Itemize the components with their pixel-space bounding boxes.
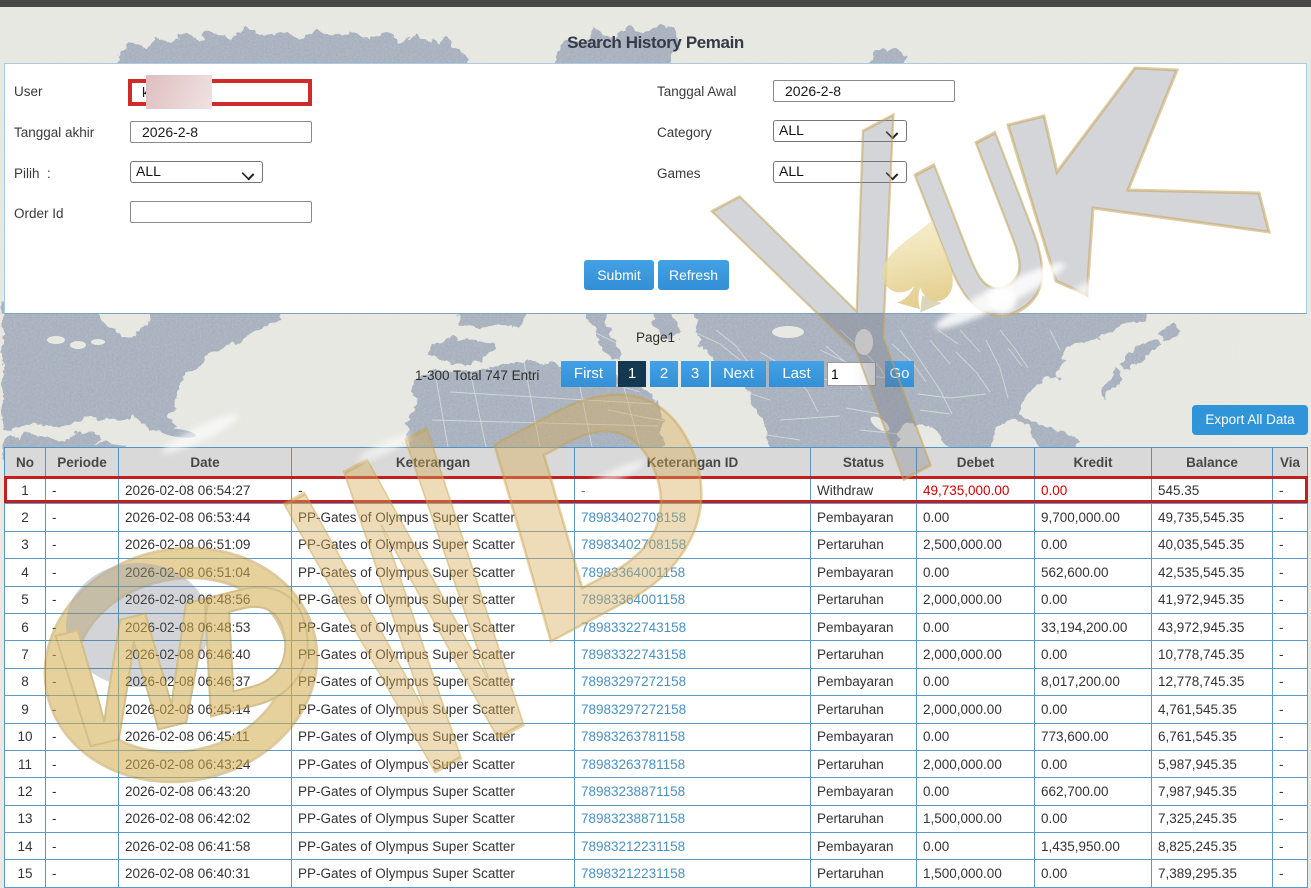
svg-text:WD: WD (35, 541, 330, 786)
